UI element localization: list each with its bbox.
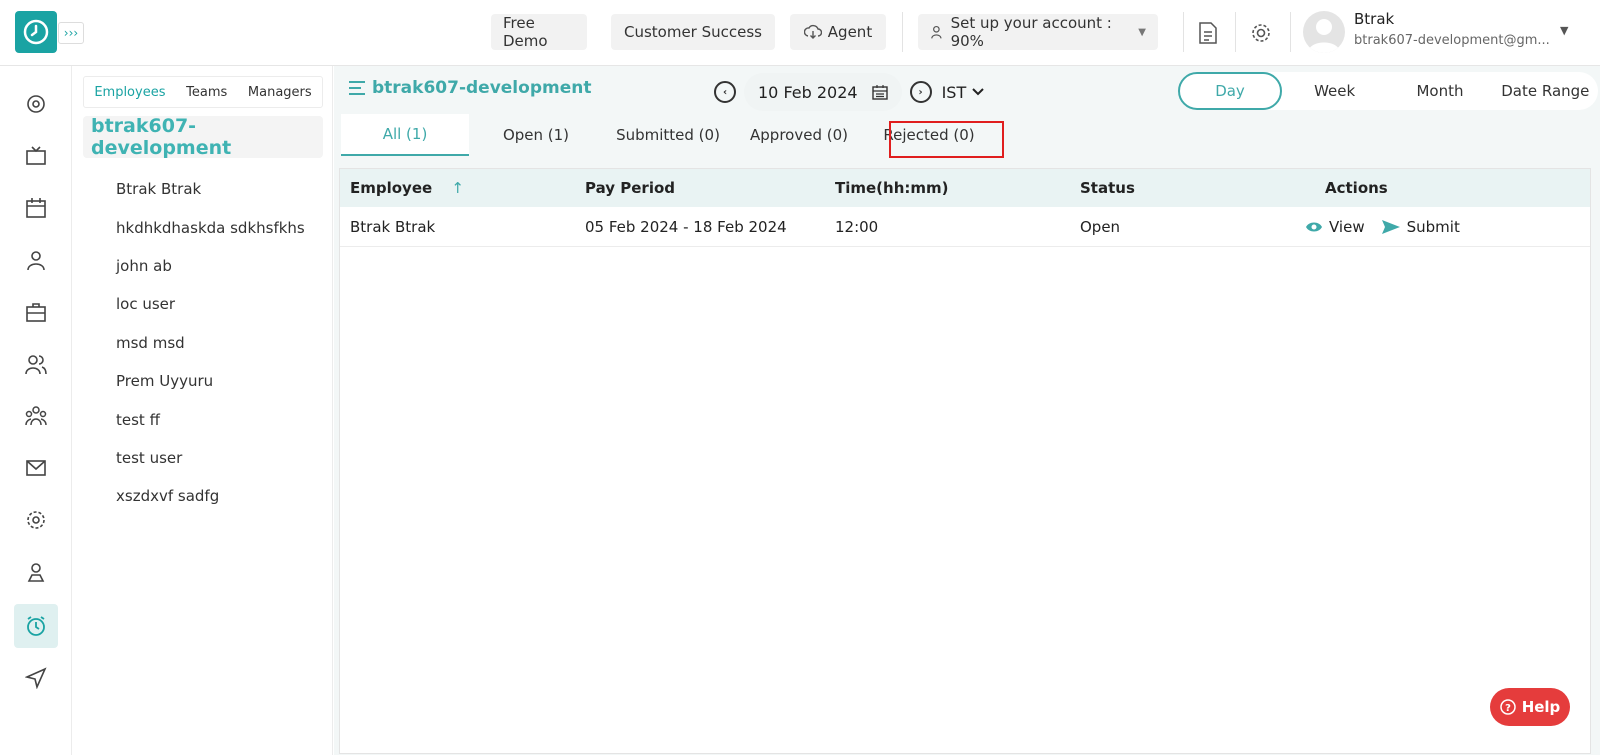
divider <box>1290 12 1291 52</box>
previous-date-icon[interactable]: ‹ <box>714 81 736 103</box>
list-item[interactable]: hkdhkdhaskda sdkhsfkhs <box>116 208 305 246</box>
user-settings-icon <box>931 25 942 39</box>
setup-account-label: Set up your account : 90% <box>950 14 1112 50</box>
divider <box>1235 12 1236 52</box>
app-logo-icon[interactable] <box>15 11 57 53</box>
settings-icon[interactable] <box>14 498 58 542</box>
agent-label: Agent <box>827 23 873 41</box>
dashboard-icon[interactable] <box>14 82 58 126</box>
header-pay-period: Pay Period <box>585 179 675 197</box>
employee-list: Btrak Btrak hkdhkdhaskda sdkhsfkhs john … <box>116 170 305 516</box>
list-item[interactable]: Btrak Btrak <box>116 170 305 208</box>
cloud-download-icon <box>803 24 822 39</box>
timezone-value: IST <box>941 82 967 102</box>
users-icon[interactable] <box>14 342 58 386</box>
page-title-row: btrak607-development <box>348 78 591 98</box>
briefcase-icon[interactable] <box>14 290 58 334</box>
tab-employees[interactable]: Employees <box>94 85 165 100</box>
tab-managers[interactable]: Managers <box>248 85 312 100</box>
highlight-box <box>889 121 1004 158</box>
divider <box>902 12 903 52</box>
cell-time: 12:00 <box>835 217 879 236</box>
help-label: Help <box>1521 698 1561 716</box>
list-item[interactable]: Prem Uyyuru <box>116 362 305 400</box>
view-link[interactable]: View <box>1329 218 1365 236</box>
tv-icon[interactable] <box>14 134 58 178</box>
timezone-select[interactable]: IST <box>942 83 985 102</box>
tab-teams[interactable]: Teams <box>186 85 227 100</box>
current-date: 10 Feb 2024 <box>758 82 858 102</box>
cell-actions: View Submit <box>1306 218 1590 236</box>
date-picker[interactable]: 10 Feb 2024 <box>744 73 902 111</box>
timesheet-alarm-icon[interactable] <box>14 604 58 648</box>
next-date-icon[interactable]: › <box>909 81 932 103</box>
header-actions: Actions <box>1325 179 1388 197</box>
tab-open[interactable]: Open (1) <box>469 114 603 156</box>
divider <box>1183 12 1184 52</box>
agent-button[interactable]: Agent <box>790 14 886 50</box>
page-title: btrak607-development <box>372 78 592 98</box>
chevron-down-icon <box>972 88 984 96</box>
main-content: btrak607-development ‹ 10 Feb 2024 › IST… <box>334 66 1600 755</box>
send-icon[interactable] <box>14 656 58 700</box>
left-nav <box>0 66 72 755</box>
menu-icon[interactable] <box>348 79 366 97</box>
tab-day[interactable]: Day <box>1178 72 1282 110</box>
header-employee[interactable]: Employee ↑ <box>340 179 585 197</box>
user-menu-caret-icon[interactable]: ▼ <box>1560 24 1568 37</box>
setup-account-button[interactable]: Set up your account : 90% ▼ <box>918 14 1158 50</box>
help-button[interactable]: ? Help <box>1490 688 1570 726</box>
avatar[interactable] <box>1303 11 1345 53</box>
list-item[interactable]: xszdxvf sadfg <box>116 477 305 515</box>
eye-icon[interactable] <box>1305 221 1323 233</box>
timesheet-table: Employee ↑ Pay Period Time(hh:mm) Status… <box>339 168 1591 754</box>
customer-success-label: Customer Success <box>623 23 762 41</box>
tab-week[interactable]: Week <box>1282 82 1387 100</box>
profile-badge-icon[interactable] <box>14 550 58 594</box>
list-item[interactable]: test ff <box>116 400 305 438</box>
document-icon[interactable] <box>1193 18 1223 48</box>
header-status: Status <box>1080 179 1135 197</box>
submit-link[interactable]: Submit <box>1407 218 1460 236</box>
tab-all[interactable]: All (1) <box>341 114 469 156</box>
list-item[interactable]: john ab <box>116 247 305 285</box>
send-icon[interactable] <box>1381 219 1401 235</box>
employee-panel-tabs: Employees Teams Managers <box>83 76 323 108</box>
sort-up-icon[interactable]: ↑ <box>451 179 464 197</box>
question-icon: ? <box>1499 699 1516 715</box>
cell-pay-period: 05 Feb 2024 - 18 Feb 2024 <box>585 217 787 236</box>
expand-sidebar-icon[interactable]: ››› <box>58 22 84 44</box>
top-bar: ››› Free Demo Customer Success Agent Set… <box>0 0 1600 66</box>
tab-approved[interactable]: Approved (0) <box>733 114 865 156</box>
cell-employee: Btrak Btrak <box>350 217 436 236</box>
user-name: Btrak <box>1354 10 1395 28</box>
range-tabs: Day Week Month Date Range <box>1178 72 1598 110</box>
cell-status: Open <box>1080 217 1121 236</box>
customer-success-button[interactable]: Customer Success <box>611 14 775 50</box>
org-title[interactable]: btrak607-development <box>83 115 323 159</box>
header-employee-label: Employee <box>350 179 433 197</box>
tab-date-range[interactable]: Date Range <box>1493 82 1598 100</box>
calendar-icon[interactable] <box>14 186 58 230</box>
free-demo-button[interactable]: Free Demo <box>491 14 587 50</box>
svg-text:?: ? <box>1505 703 1511 714</box>
list-item[interactable]: msd msd <box>116 324 305 362</box>
list-item[interactable]: test user <box>116 439 305 477</box>
team-icon[interactable] <box>14 394 58 438</box>
date-navigator: ‹ 10 Feb 2024 › IST <box>714 72 1014 112</box>
user-email: btrak607-development@gm... <box>1354 33 1550 48</box>
list-item[interactable]: loc user <box>116 285 305 323</box>
table-header: Employee ↑ Pay Period Time(hh:mm) Status… <box>340 169 1590 207</box>
header-time: Time(hh:mm) <box>835 179 949 197</box>
gear-icon[interactable] <box>1246 18 1276 48</box>
employees-panel: Employees Teams Managers btrak607-develo… <box>73 66 333 755</box>
table-row: Btrak Btrak 05 Feb 2024 - 18 Feb 2024 12… <box>340 207 1590 247</box>
free-demo-label: Free Demo <box>503 14 548 50</box>
user-icon[interactable] <box>14 238 58 282</box>
tab-submitted[interactable]: Submitted (0) <box>603 114 733 156</box>
caret-down-icon: ▼ <box>1138 26 1146 38</box>
tab-month[interactable]: Month <box>1387 82 1492 100</box>
calendar-icon[interactable] <box>871 84 888 100</box>
mail-icon[interactable] <box>14 446 58 490</box>
